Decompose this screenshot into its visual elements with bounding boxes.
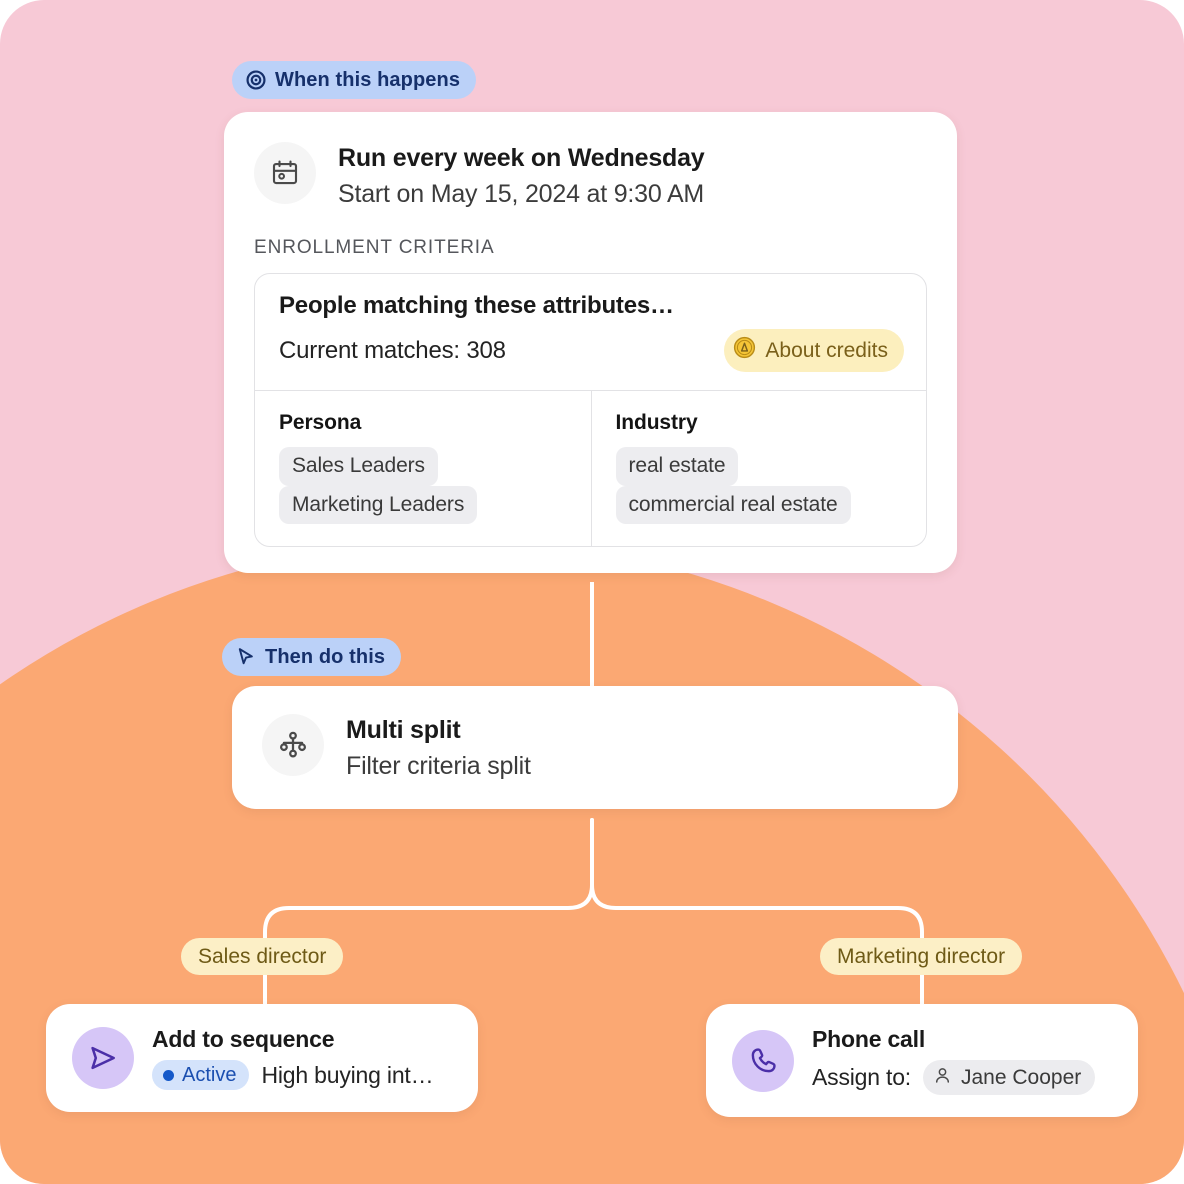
criteria-column-persona: Persona Sales Leaders Marketing Leaders xyxy=(255,391,591,546)
criteria-summary: People matching these attributes… Curren… xyxy=(255,274,926,392)
criteria-tag[interactable]: Sales Leaders xyxy=(279,447,438,486)
trigger-title: Run every week on Wednesday xyxy=(338,144,705,172)
current-matches-text: Current matches: 308 xyxy=(279,336,506,364)
criteria-tag[interactable]: commercial real estate xyxy=(615,485,851,524)
multi-split-subtitle: Filter criteria split xyxy=(346,751,531,780)
section-pill-trigger[interactable]: When this happens xyxy=(232,61,477,99)
section-pill-trigger-label: When this happens xyxy=(275,69,461,91)
phone-icon xyxy=(732,1029,794,1092)
assignee-chip[interactable]: Jane Cooper xyxy=(923,1060,1096,1095)
tag-list: real estate commercial real estate xyxy=(615,447,905,524)
calendar-icon xyxy=(254,142,316,204)
column-title: Persona xyxy=(279,411,362,435)
action-left-title: Add to sequence xyxy=(152,1026,335,1052)
multi-split-title: Multi split xyxy=(346,716,461,744)
tag-list: Sales Leaders Marketing Leaders xyxy=(279,447,569,524)
person-icon xyxy=(932,1065,953,1090)
action-card-phone-call[interactable]: Phone call Assign to: Jane Cooper xyxy=(706,1004,1138,1117)
send-icon xyxy=(72,1027,134,1089)
criteria-summary-row: Current matches: 308 About credits xyxy=(279,329,904,373)
branch-label-sales[interactable]: Sales director xyxy=(181,938,344,975)
multi-split-header: Multi split Filter criteria split xyxy=(262,712,928,783)
criteria-tag[interactable]: Marketing Leaders xyxy=(279,485,478,524)
cursor-icon xyxy=(235,646,257,668)
split-hierarchy-icon xyxy=(262,714,324,776)
action-right-meta: Assign to: Jane Cooper xyxy=(812,1060,1096,1095)
action-card-add-to-sequence[interactable]: Add to sequence Active High buying int… xyxy=(46,1004,478,1112)
section-pill-action-label: Then do this xyxy=(265,646,386,668)
multi-split-card[interactable]: Multi split Filter criteria split xyxy=(232,686,958,810)
coin-icon xyxy=(733,336,756,365)
assignee-name: Jane Cooper xyxy=(961,1066,1082,1089)
workflow-canvas: When this happens Run every week on Wedn… xyxy=(0,0,1184,1184)
column-title: Industry xyxy=(615,411,698,435)
about-credits-button[interactable]: About credits xyxy=(724,329,904,373)
enrollment-criteria-card[interactable]: People matching these attributes… Curren… xyxy=(254,273,927,547)
action-right-title: Phone call xyxy=(812,1026,926,1052)
criteria-column-industry: Industry real estate commercial real est… xyxy=(590,391,927,546)
criteria-columns: Persona Sales Leaders Marketing Leaders … xyxy=(255,391,926,546)
trigger-card[interactable]: Run every week on Wednesday Start on May… xyxy=(224,112,957,573)
action-left-text: Add to sequence Active High buying int… xyxy=(152,1026,434,1090)
sequence-name: High buying int… xyxy=(261,1061,434,1088)
trigger-subtitle: Start on May 15, 2024 at 9:30 AM xyxy=(338,179,705,208)
status-badge: Active xyxy=(152,1060,250,1090)
trigger-card-header: Run every week on Wednesday Start on May… xyxy=(254,140,927,211)
action-left-header: Add to sequence Active High buying int… xyxy=(72,1026,452,1090)
action-right-header: Phone call Assign to: Jane Cooper xyxy=(732,1026,1112,1095)
about-credits-label: About credits xyxy=(765,338,888,362)
action-right-text: Phone call Assign to: Jane Cooper xyxy=(812,1026,1096,1095)
assign-to-label: Assign to: xyxy=(812,1064,911,1090)
status-badge-label: Active xyxy=(182,1064,237,1086)
action-left-meta: Active High buying int… xyxy=(152,1060,434,1090)
status-dot-icon xyxy=(163,1069,174,1081)
multi-split-text: Multi split Filter criteria split xyxy=(346,712,531,783)
branch-label-marketing[interactable]: Marketing director xyxy=(820,938,1023,975)
criteria-title: People matching these attributes… xyxy=(279,292,674,320)
target-icon xyxy=(245,69,267,91)
section-pill-action[interactable]: Then do this xyxy=(222,638,402,676)
trigger-card-text: Run every week on Wednesday Start on May… xyxy=(338,140,705,211)
enrollment-criteria-label: ENROLLMENT CRITERIA xyxy=(254,237,495,259)
criteria-tag[interactable]: real estate xyxy=(615,447,739,486)
